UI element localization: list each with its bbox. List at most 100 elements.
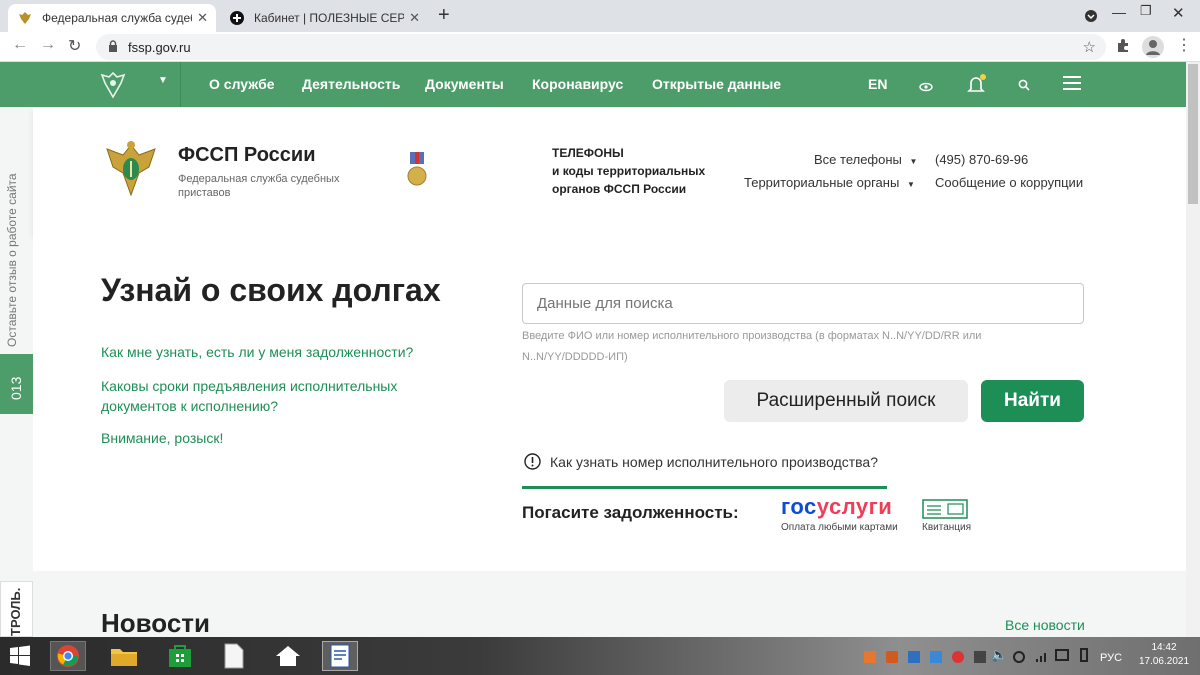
tab-close-icon[interactable]: ✕ (197, 10, 208, 26)
caret-down-icon: ▼ (909, 157, 918, 166)
feedback-strip: Оставьте отзыв о работе сайта 013 ТРОЛЬ. (0, 107, 33, 637)
info-icon (524, 453, 541, 475)
how-to-find-number-link[interactable]: Как узнать номер исполнительного произво… (550, 454, 878, 470)
search-icon[interactable] (1018, 78, 1030, 96)
bookmark-star-icon[interactable]: ☆ (1083, 38, 1096, 56)
control-label: ТРОЛЬ. (8, 587, 23, 636)
eye-icon[interactable] (919, 79, 933, 97)
phones-title-line: органов ФССП России (552, 182, 687, 196)
forward-icon[interactable]: → (40, 36, 56, 54)
territorial-dropdown[interactable]: Территориальные органы ▼ (744, 175, 915, 190)
scrollbar-thumb[interactable] (1188, 64, 1198, 204)
battery-icon[interactable] (1080, 648, 1088, 662)
nav-item-activity[interactable]: Деятельность (302, 76, 400, 92)
page-title: Узнай о своих долгах (101, 272, 441, 308)
emblem-icon[interactable] (100, 71, 126, 104)
faq-link-terms[interactable]: Каковы сроки предъявления исполнительных… (101, 376, 421, 416)
hotline-phone[interactable]: (495) 870-69-96 (935, 152, 1028, 167)
back-icon[interactable]: ← (12, 36, 28, 54)
menu-kebab-icon[interactable]: ⋮ (1176, 35, 1192, 55)
tab-title: Кабинет | ПОЛЕЗНЫЕ СЕРВИСЫ (254, 11, 404, 25)
counter-value: 013 (8, 376, 24, 400)
corruption-report-link[interactable]: Сообщение о коррупции (935, 175, 1083, 190)
windows-start-icon[interactable] (2, 641, 38, 671)
nav-item-coronavirus[interactable]: Коронавирус (532, 76, 623, 92)
all-news-link[interactable]: Все новости (1005, 617, 1085, 633)
tab-search-icon[interactable] (1085, 9, 1097, 27)
phones-title-line: и коды территориальных (552, 164, 706, 178)
find-button[interactable]: Найти (981, 380, 1084, 422)
profile-avatar-icon[interactable] (1142, 36, 1164, 58)
phones-title-line: ТЕЛЕФОНЫ (552, 146, 624, 160)
faq-link-debts[interactable]: Как мне узнать, есть ли у меня задолженн… (101, 344, 413, 360)
hamburger-menu-icon[interactable] (1063, 76, 1081, 95)
caret-down-icon: ▼ (906, 180, 915, 189)
advanced-search-button[interactable]: Расширенный поиск (724, 380, 968, 422)
input-language[interactable]: РУС (1100, 652, 1122, 664)
taskbar-clock[interactable]: 14:42 17.06.2021 (1136, 641, 1192, 669)
display-icon[interactable] (1055, 649, 1069, 661)
tab-close-icon[interactable]: ✕ (409, 10, 420, 26)
file-explorer-icon[interactable] (106, 641, 142, 671)
control-widget[interactable]: ТРОЛЬ. (0, 581, 33, 637)
tray-app-icon[interactable] (930, 651, 942, 663)
phones-block-title: ТЕЛЕФОНЫ и коды территориальных органов … (552, 144, 705, 198)
org-subtitle: Федеральная служба судебных приставов (178, 173, 340, 199)
store-icon[interactable] (162, 641, 198, 671)
nav-divider (180, 62, 181, 107)
windows-taskbar: 🔈 РУС 14:42 17.06.2021 (0, 637, 1200, 675)
tray-app-icon[interactable] (952, 651, 964, 663)
clock-time: 14:42 (1151, 642, 1177, 653)
tray-app-icon[interactable] (864, 651, 876, 663)
medal-icon (407, 152, 427, 193)
pay-label: Погасите задолженность: (522, 503, 739, 522)
volume-icon[interactable]: 🔈 (991, 647, 1007, 663)
nav-item-open-data[interactable]: Открытые данные (652, 76, 781, 92)
url-text: fssp.gov.ru (128, 39, 191, 55)
news-title: Новости (101, 608, 211, 638)
plus-circle-icon (230, 11, 244, 25)
clock-date: 17.06.2021 (1138, 656, 1190, 667)
all-phones-dropdown[interactable]: Все телефоны ▼ (814, 152, 917, 167)
browser-tab-strip: Федеральная служба судебных ✕ Кабинет | … (0, 0, 1200, 32)
wanted-link[interactable]: Внимание, розыск! (101, 430, 223, 446)
search-hint: Введите ФИО или номер исполнительного пр… (522, 330, 982, 363)
lock-icon (108, 39, 118, 55)
tab-cabinet[interactable]: Кабинет | ПОЛЕЗНЫЕ СЕРВИСЫ ✕ (220, 4, 428, 32)
search-input[interactable] (522, 283, 1084, 324)
chevron-down-icon[interactable]: ▼ (158, 75, 168, 86)
tab-fssp[interactable]: Федеральная служба судебных ✕ (8, 4, 216, 32)
tray-app-icon[interactable] (908, 651, 920, 663)
all-phones-label: Все телефоны (814, 152, 902, 167)
minimize-icon[interactable]: — (1112, 4, 1126, 20)
feedback-link[interactable]: Оставьте отзыв о работе сайта (5, 173, 19, 347)
bell-icon[interactable] (967, 74, 987, 101)
tray-app-icon[interactable] (886, 651, 898, 663)
tab-title: Федеральная служба судебных (42, 11, 192, 25)
address-bar[interactable]: fssp.gov.ru ☆ (96, 34, 1106, 60)
gosuslugi-caption: Оплата любыми картами (781, 522, 898, 533)
site-header: ФССП России Федеральная служба судебных … (33, 107, 1186, 234)
org-name[interactable]: ФССП России (178, 144, 316, 167)
writer-app-icon[interactable] (322, 641, 358, 671)
counter-badge[interactable]: 013 (0, 354, 33, 414)
territorial-label: Территориальные органы (744, 175, 900, 190)
close-window-icon[interactable]: ✕ (1172, 4, 1185, 22)
gosuslugi-logo[interactable]: госуслуги (781, 494, 892, 520)
restore-icon[interactable]: ❐ (1140, 3, 1152, 19)
reload-icon[interactable]: ↻ (68, 36, 81, 56)
receipt-icon[interactable] (922, 499, 968, 524)
nav-item-about[interactable]: О службе (209, 76, 275, 92)
home-icon[interactable] (270, 641, 306, 671)
document-icon[interactable] (216, 641, 252, 671)
tray-app-icon[interactable] (1013, 651, 1025, 663)
tray-app-icon[interactable] (974, 651, 986, 663)
fssp-eagle-logo-icon[interactable] (103, 139, 159, 204)
page-scrollbar[interactable] (1186, 62, 1200, 640)
extensions-icon[interactable] (1116, 38, 1130, 57)
chrome-taskbar-icon[interactable] (50, 641, 86, 671)
new-tab-icon[interactable]: + (438, 4, 450, 27)
nav-item-documents[interactable]: Документы (425, 76, 504, 92)
lang-switch[interactable]: EN (868, 76, 887, 92)
network-icon[interactable] (1035, 649, 1049, 668)
